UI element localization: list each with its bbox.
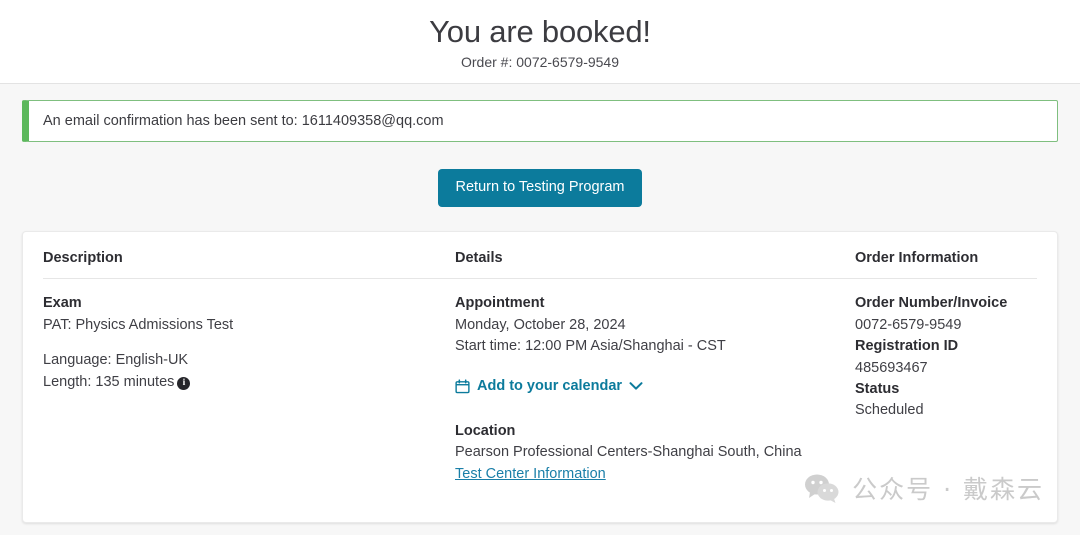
add-to-calendar-dropdown[interactable]: Add to your calendar [455,376,643,397]
status-label: Status [855,381,900,398]
appointment-date: Monday, October 28, 2024 [455,316,626,333]
email-confirmation-alert: An email confirmation has been sent to: … [22,99,1058,142]
exam-language: Language: English-UK [43,352,189,369]
exam-name: PAT: Physics Admissions Test [43,316,234,333]
exam-label: Exam [43,295,82,312]
page-title: You are booked! [429,14,651,49]
exam-length: Length: 135 minutes [43,373,175,390]
info-icon[interactable]: i [177,376,191,390]
alert-message: An email confirmation has been sent to: … [43,112,444,129]
order-number-subtitle: Order #: 0072-6579-9549 [461,53,619,70]
card-header-divider [43,278,1037,280]
chevron-down-icon [629,381,643,391]
appointment-label: Appointment [455,295,545,312]
return-to-testing-program-button[interactable]: Return to Testing Program [437,168,643,208]
test-center-information-link[interactable]: Test Center Information [455,466,606,482]
booking-details-card: Description Details Order Information Ex… [22,231,1058,524]
column-header-details: Details [455,250,503,267]
location-name: Pearson Professional Centers-Shanghai So… [455,444,802,461]
registration-id-label: Registration ID [855,338,959,355]
calendar-icon [455,379,470,394]
page-body: An email confirmation has been sent to: … [0,99,1080,524]
description-column: Exam PAT: Physics Admissions Test Langua… [43,293,455,485]
add-to-calendar-label: Add to your calendar [477,377,623,394]
exam-length-row: Length: 135 minutes i [43,372,455,393]
order-number-label: Order Number/Invoice [855,295,1008,312]
order-number-value: 0072-6579-9549 [855,316,962,333]
column-header-description: Description [43,250,123,267]
registration-id-value: 485693467 [855,359,928,376]
primary-action-row: Return to Testing Program [22,168,1058,208]
location-label: Location [455,423,516,440]
appointment-start-time: Start time: 12:00 PM Asia/Shanghai - CST [455,338,726,355]
page-header: You are booked! Order #: 0072-6579-9549 [0,0,1080,84]
status-value: Scheduled [855,402,924,419]
details-column: Appointment Monday, October 28, 2024 Sta… [455,293,855,485]
order-information-column: Order Number/Invoice 0072-6579-9549 Regi… [855,293,1037,485]
location-block: Location Pearson Professional Centers-Sh… [455,421,855,485]
column-header-order-information: Order Information [855,250,979,267]
